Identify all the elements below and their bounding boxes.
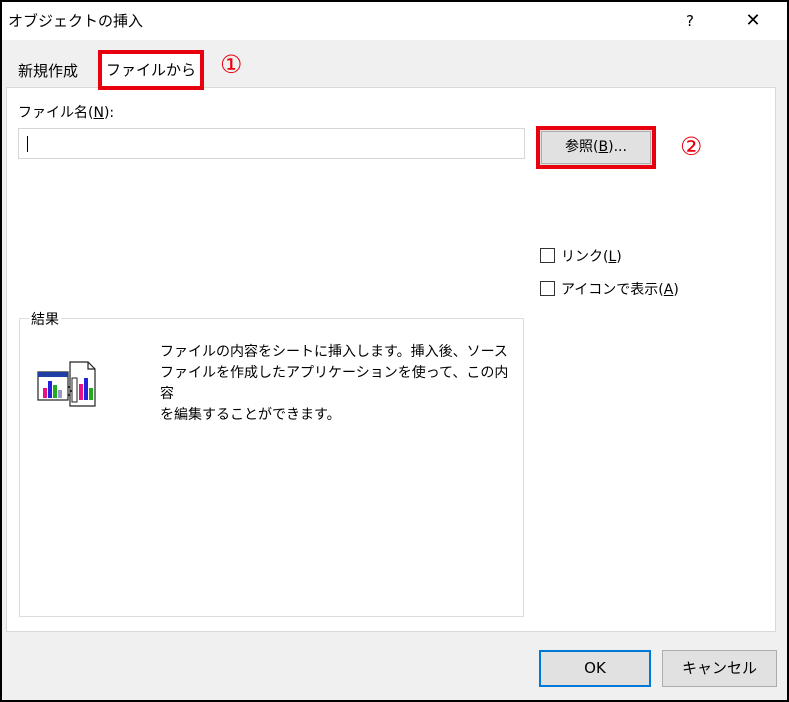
display-as-icon-checkbox[interactable]: アイコンで表示(A) xyxy=(540,281,679,299)
result-line: ファイルの内容をシートに挿入します。挿入後、ソース xyxy=(160,344,508,360)
link-checkbox[interactable]: リンク(L) xyxy=(540,248,622,266)
browse-button[interactable]: 参照(B)... xyxy=(536,126,656,169)
title-bar[interactable]: オブジェクトの挿入 ? ✕ xyxy=(2,2,787,40)
insert-file-object-icon xyxy=(37,361,96,407)
close-button[interactable]: ✕ xyxy=(733,7,773,35)
text-caret xyxy=(27,136,28,152)
result-line: を編集することができます。 xyxy=(160,407,341,423)
annotation-marker-2: ② xyxy=(680,132,703,161)
link-checkbox-box[interactable] xyxy=(540,248,555,263)
file-name-label: ファイル名(N): xyxy=(18,105,115,121)
display-as-icon-checkbox-box[interactable] xyxy=(540,281,555,296)
browse-button-face: 参照(B)... xyxy=(541,131,651,164)
ok-button[interactable]: OK xyxy=(539,650,651,687)
annotation-marker-1: ① xyxy=(220,50,243,79)
result-line: ファイルを作成したアプリケーションを使って、この内容 xyxy=(160,365,509,402)
result-description: ファイルの内容をシートに挿入します。挿入後、ソース ファイルを作成したアプリケー… xyxy=(160,342,520,426)
result-group-title: 結果 xyxy=(29,311,61,329)
help-button[interactable]: ? xyxy=(670,7,710,35)
dialog-title: オブジェクトの挿入 xyxy=(8,12,144,30)
file-name-input[interactable] xyxy=(18,128,525,159)
tab-from-file[interactable]: ファイルから xyxy=(98,50,204,90)
tab-create-new[interactable]: 新規作成 xyxy=(12,61,84,81)
cancel-button[interactable]: キャンセル xyxy=(662,650,777,687)
